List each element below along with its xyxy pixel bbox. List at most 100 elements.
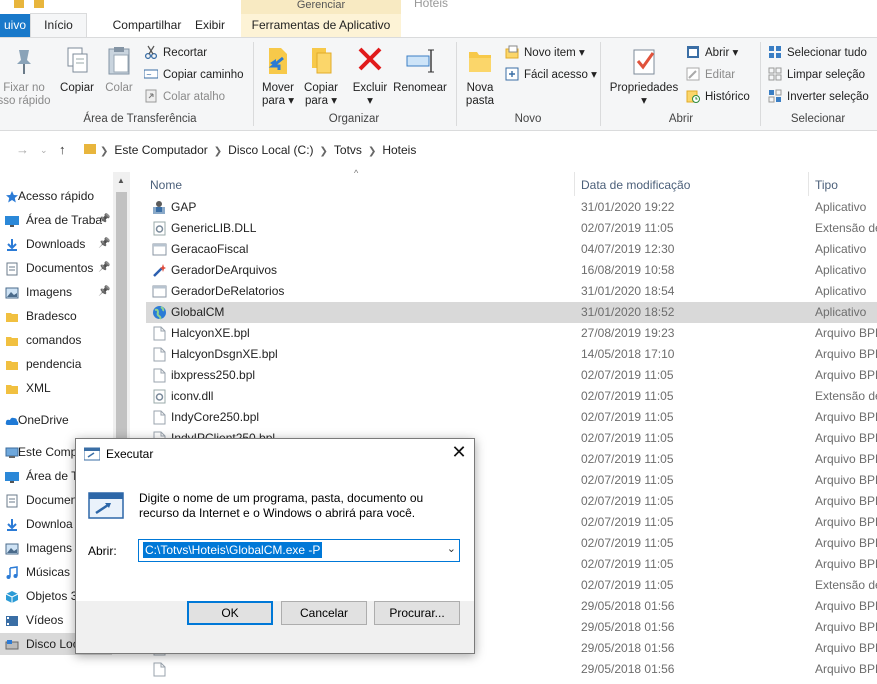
paste-button[interactable]: Colar [100, 44, 138, 95]
clear-selection-button[interactable]: Limpar seleção [768, 65, 865, 85]
edit-button[interactable]: Editar [686, 65, 735, 85]
easy-access-icon [505, 67, 519, 81]
history-label: Histórico [705, 91, 750, 103]
file-row[interactable]: GenericLIB.DLL 02/07/2019 11:05 Extensão d… [146, 218, 877, 239]
file-date: 29/05/2018 01:56 [581, 662, 675, 676]
run-dialog-body: Digite o nome de um programa, pasta, doc… [76, 469, 474, 601]
breadcrumb-item[interactable]: Este Computador [114, 143, 207, 157]
column-divider[interactable] [574, 172, 575, 196]
copy-to-button[interactable]: Copiar para ▾ [301, 44, 341, 108]
nav-item[interactable]: Acesso rápido [0, 185, 112, 207]
group-separator [760, 42, 761, 126]
run-command-input[interactable]: C:\Totvs\Hoteis\GlobalCM.exe -P ⌄ [138, 539, 460, 562]
history-icon [686, 89, 700, 103]
tab-exibir[interactable]: Exibir [188, 14, 232, 37]
tab-file[interactable]: uivo [0, 14, 30, 37]
nav-item[interactable]: Downloads 📌 [0, 233, 112, 255]
column-divider[interactable] [808, 172, 809, 196]
nav-item[interactable]: OneDrive [0, 409, 112, 431]
nav-item[interactable]: comandos [0, 329, 112, 351]
breadcrumb-item[interactable]: Totvs [334, 143, 362, 157]
column-header-name[interactable]: Nome [150, 178, 182, 192]
breadcrumb[interactable]: ❯ Este Computador ❯ Disco Local (C:) ❯ Totvs ❯… [82, 137, 416, 163]
new-item-icon [505, 45, 519, 59]
up-arrow-icon[interactable]: ↑ [59, 142, 66, 157]
paste-shortcut-button[interactable]: Colar atalho [144, 87, 225, 107]
ok-button[interactable]: OK [187, 601, 273, 625]
file-row[interactable]: iconv.dll 02/07/2019 11:05 Extensão de [146, 386, 877, 407]
recent-locations-chevron-icon[interactable]: ⌄ [40, 145, 48, 156]
invert-selection-button[interactable]: Inverter seleção [768, 87, 869, 107]
drive-icon [5, 637, 19, 651]
copy-button[interactable]: Copiar [58, 44, 96, 95]
history-button[interactable]: Histórico [686, 87, 750, 107]
open-label: Abrir ▾ [705, 47, 739, 59]
easy-access-button[interactable]: Fácil acesso ▾ [505, 65, 597, 85]
copy-folder-icon [304, 44, 338, 78]
cut-button[interactable]: Recortar [144, 43, 207, 63]
nav-item[interactable]: Área de Traba 📌 [0, 209, 112, 231]
cancel-button[interactable]: Cancelar [281, 601, 367, 625]
new-folder-icon [463, 44, 497, 78]
pin-quick-access-button[interactable]: Fixar no sso rápido [0, 44, 54, 108]
nav-item-label: OneDrive [18, 413, 69, 427]
breadcrumb-item[interactable]: Hoteis [382, 143, 416, 157]
file-type: Aplicativo [815, 242, 867, 256]
file-row[interactable]: HalcyonXE.bpl 27/08/2019 19:23 Arquivo BPL [146, 323, 877, 344]
run-command-value[interactable]: C:\Totvs\Hoteis\GlobalCM.exe -P [143, 542, 323, 558]
column-header-type[interactable]: Tipo [815, 178, 838, 192]
file-row[interactable]: GAP 31/01/2020 19:22 Aplicativo [146, 197, 877, 218]
invert-selection-icon [768, 89, 782, 103]
file-row[interactable]: HalcyonDsgnXE.bpl 14/05/2018 17:10 Arquivo… [146, 344, 877, 365]
move-to-button[interactable]: Mover para ▾ [258, 44, 298, 108]
select-all-icon [768, 45, 782, 59]
browse-button[interactable]: Procurar... [374, 601, 460, 625]
file-date: 31/01/2020 19:22 [581, 200, 675, 214]
open-button[interactable]: Abrir ▾ [686, 43, 738, 63]
open-icon [686, 45, 700, 59]
file-type: Arquivo BPL [815, 620, 877, 634]
file-row[interactable]: IndyCore250.bpl 02/07/2019 11:05 Arquivo B… [146, 407, 877, 428]
music-icon [5, 565, 19, 579]
close-icon[interactable]: ✕ [448, 442, 470, 463]
nav-item[interactable]: Bradesco [0, 305, 112, 327]
delete-button[interactable]: Excluir ▾ [350, 44, 390, 108]
scroll-up-icon[interactable]: ▲ [117, 176, 125, 185]
file-row[interactable]: GlobalCM 31/01/2020 18:52 Aplicativo [146, 302, 877, 323]
nav-item[interactable]: XML [0, 377, 112, 399]
file-row[interactable]: 29/05/2018 01:56 Arquivo BPL [146, 659, 877, 680]
properties-button[interactable]: Propriedades ▾ [606, 44, 682, 108]
copy-path-button[interactable]: ~ Copiar caminho [143, 65, 244, 85]
select-all-button[interactable]: Selecionar tudo [768, 43, 867, 63]
file-row[interactable]: GeradorDeRelatorios 31/01/2020 18:54 Aplic… [146, 281, 877, 302]
file-type: Arquivo BPL [815, 326, 877, 340]
nav-item[interactable]: Imagens 📌 [0, 281, 112, 303]
nav-item[interactable]: pendencia [0, 353, 112, 375]
file-row[interactable]: GeracaoFiscal 04/07/2019 12:30 Aplicativo [146, 239, 877, 260]
breadcrumb-chevron-icon: ❯ [367, 146, 377, 157]
rename-button[interactable]: Renomear [391, 44, 449, 95]
file-date: 02/07/2019 11:05 [581, 557, 674, 571]
tab-ferramentas-de-aplicativo[interactable]: Ferramentas de Aplicativo [241, 14, 401, 37]
dll-icon [152, 389, 167, 404]
file-date: 02/07/2019 11:05 [581, 410, 674, 424]
file-row[interactable]: GeradorDeArquivos 16/08/2019 10:58 Aplicat… [146, 260, 877, 281]
file-row[interactable]: ibxpress250.bpl 02/07/2019 11:05 Arquivo B… [146, 365, 877, 386]
new-item-button[interactable]: Novo item ▾ [505, 43, 585, 63]
forward-arrow-icon[interactable]: → [16, 142, 29, 157]
nav-item[interactable]: Documentos 📌 [0, 257, 112, 279]
breadcrumb-item[interactable]: Disco Local (C:) [228, 143, 313, 157]
new-folder-button[interactable]: Nova pasta [462, 44, 498, 108]
properties-label-1: Propriedades [609, 82, 679, 94]
file-date: 27/08/2019 19:23 [581, 326, 675, 340]
pin-icon: 📌 [98, 262, 111, 273]
file-date: 02/07/2019 11:05 [581, 431, 674, 445]
file-date: 31/01/2020 18:54 [581, 284, 675, 298]
run-dialog-titlebar[interactable]: Executar ✕ [76, 439, 474, 469]
tab-inicio[interactable]: Início [30, 13, 87, 39]
chevron-down-icon[interactable]: ⌄ [447, 542, 456, 555]
group-separator [456, 42, 457, 126]
file-type: Extensão de [815, 578, 877, 592]
column-header-date[interactable]: Data de modificação [581, 178, 690, 192]
pin-icon: 📌 [98, 214, 111, 225]
